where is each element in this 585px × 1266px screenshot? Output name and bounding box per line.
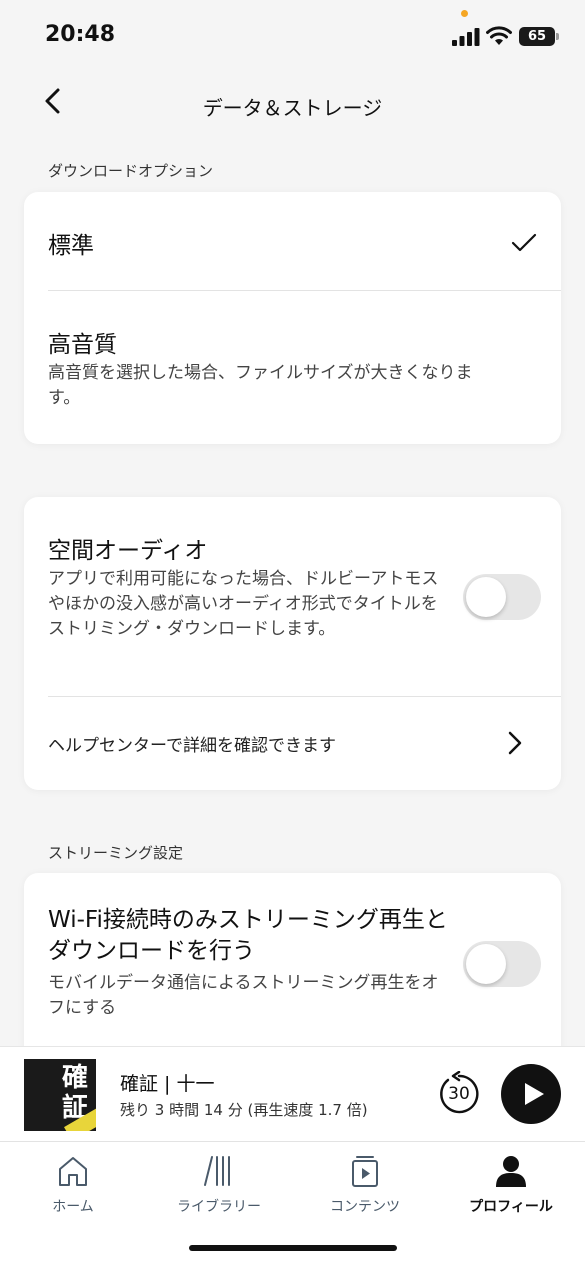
wifi-only-title: Wi-Fi接続時のみストリーミング再生とダウンロードを行う <box>48 907 448 964</box>
battery-icon: 65 <box>519 27 559 46</box>
option-standard-label: 標準 <box>48 233 94 259</box>
option-high-quality-description: 高音質を選択した場合、ファイルサイズが大きくなります。 <box>48 363 473 408</box>
home-icon <box>59 1157 87 1186</box>
option-high-quality-label: 高音質 <box>48 332 117 358</box>
chevron-right-icon <box>508 731 522 755</box>
streaming-section-label: ストリーミング設定 <box>48 844 184 862</box>
now-playing-title: 確証 | 十一 <box>120 1073 215 1095</box>
play-button[interactable] <box>501 1064 561 1124</box>
tab-home[interactable]: ホーム <box>0 1142 146 1222</box>
help-center-link-label: ヘルプセンターで詳細を確認できます <box>48 736 336 756</box>
signal-icon <box>452 28 480 46</box>
tab-library-label: ライブラリー <box>177 1199 261 1215</box>
home-indicator <box>189 1245 397 1251</box>
spatial-audio-toggle[interactable] <box>463 574 541 620</box>
download-options-card: 標準 高音質 高音質を選択した場合、ファイルサイズが大きくなります。 <box>24 192 561 444</box>
spatial-audio-title: 空間オーディオ <box>48 538 208 564</box>
option-high-quality[interactable]: 高音質 高音質を選択した場合、ファイルサイズが大きくなります。 <box>24 291 561 444</box>
option-standard[interactable]: 標準 <box>24 192 561 290</box>
checkmark-icon <box>511 233 537 252</box>
status-bar: 20:48 65 <box>0 0 585 70</box>
spatial-audio-card: 空間オーディオ アプリで利用可能になった場合、ドルビーアトモスやほかの没入感が高… <box>24 497 561 790</box>
play-icon <box>525 1083 544 1105</box>
streaming-card: Wi-Fi接続時のみストリーミング再生とダウンロードを行う モバイルデータ通信に… <box>24 873 561 1073</box>
spatial-audio-description: アプリで利用可能になった場合、ドルビーアトモスやほかの没入感が高いオーディオ形式… <box>48 569 439 639</box>
tab-content-label: コンテンツ <box>330 1199 400 1215</box>
toggle-knob <box>466 944 506 984</box>
profile-icon <box>496 1156 526 1187</box>
battery-level: 65 <box>527 29 547 44</box>
rewind-seconds-label: 30 <box>448 1084 470 1104</box>
page-title: データ＆ストレージ <box>202 96 383 120</box>
library-icon <box>204 1156 230 1186</box>
mini-player[interactable]: 確証 確証 | 十一 残り 3 時間 14 分 (再生速度 1.7 倍) 30 <box>0 1046 585 1141</box>
nav-header: データ＆ストレージ <box>0 70 585 140</box>
wifi-only-toggle[interactable] <box>463 941 541 987</box>
download-options-section-label: ダウンロードオプション <box>48 162 214 180</box>
audiobook-cover[interactable]: 確証 <box>24 1059 96 1131</box>
tab-home-label: ホーム <box>52 1199 94 1215</box>
tab-content[interactable]: コンテンツ <box>292 1142 438 1222</box>
tab-profile[interactable]: プロフィール <box>438 1142 584 1222</box>
content-icon <box>352 1156 378 1187</box>
wifi-only-description: モバイルデータ通信によるストリーミング再生をオフにする <box>48 973 439 1018</box>
privacy-indicator-dot <box>461 10 468 17</box>
status-time: 20:48 <box>45 22 116 47</box>
tab-library[interactable]: ライブラリー <box>146 1142 292 1222</box>
toggle-knob <box>466 577 506 617</box>
wifi-icon <box>486 26 512 45</box>
tab-profile-label: プロフィール <box>469 1199 553 1215</box>
now-playing-subtitle: 残り 3 時間 14 分 (再生速度 1.7 倍) <box>120 1101 368 1119</box>
help-center-link[interactable]: ヘルプセンターで詳細を確認できます <box>24 697 561 790</box>
